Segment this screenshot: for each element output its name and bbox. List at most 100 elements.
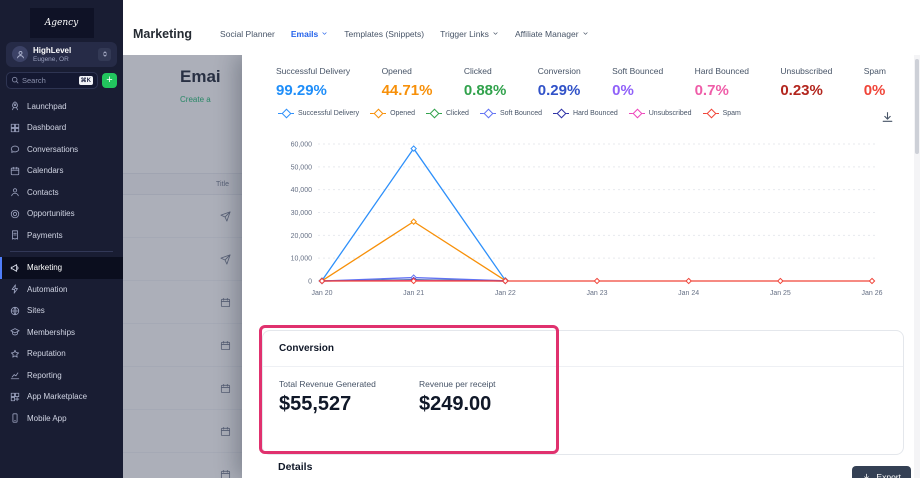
rocket-icon — [10, 101, 20, 111]
sidebar-item-launchpad[interactable]: Launchpad — [0, 96, 123, 118]
account-name: HighLevel — [33, 46, 93, 56]
tab-templates-snippets[interactable]: Templates (Snippets) — [344, 29, 424, 39]
stat-value: 99.29% — [276, 82, 350, 99]
sidebar-item-reporting[interactable]: Reporting — [0, 365, 123, 387]
svg-text:Jan 26: Jan 26 — [861, 290, 882, 297]
svg-text:40,000: 40,000 — [291, 187, 313, 194]
sidebar-item-contacts[interactable]: Contacts — [0, 182, 123, 204]
legend-marker-icon — [629, 113, 645, 115]
account-switcher-icon — [98, 48, 111, 61]
search-input[interactable]: Search ⌘K — [6, 72, 98, 89]
stat-soft-bounced: Soft Bounced 0% — [612, 66, 663, 99]
details-section-title: Details — [278, 461, 312, 473]
sidebar-item-label: Mobile App — [27, 414, 67, 423]
stat-label: Clicked — [464, 66, 507, 76]
legend-label: Spam — [723, 110, 741, 117]
stat-conversion: Conversion 0.29% — [538, 66, 581, 99]
sidebar-item-label: Memberships — [27, 328, 75, 337]
stat-value: 0.29% — [538, 82, 581, 99]
sidebar-item-label: Reporting — [27, 371, 62, 380]
svg-text:Jan 20: Jan 20 — [311, 290, 332, 297]
stat-value: 44.71% — [382, 82, 433, 99]
sidebar-item-payments[interactable]: Payments — [0, 225, 123, 247]
search-placeholder: Search — [22, 76, 76, 85]
legend-label: Unsubscribed — [649, 110, 692, 117]
sidebar-item-app-marketplace[interactable]: App Marketplace — [0, 386, 123, 408]
svg-text:Jan 25: Jan 25 — [770, 290, 791, 297]
legend-opened[interactable]: Opened — [370, 110, 415, 117]
tab-label: Social Planner — [220, 29, 275, 39]
sidebar-item-reputation[interactable]: Reputation — [0, 343, 123, 365]
calendar-icon — [10, 166, 20, 176]
scrollbar-thumb[interactable] — [915, 59, 919, 154]
tab-emails[interactable]: Emails — [291, 29, 328, 39]
grid-icon — [10, 123, 20, 133]
sidebar-item-marketing[interactable]: Marketing — [0, 257, 123, 279]
svg-text:30,000: 30,000 — [291, 210, 313, 217]
sidebar: Agency HighLevel Eugene, OR Search ⌘K + — [0, 0, 123, 478]
stat-value: 0% — [864, 82, 886, 99]
target-icon — [10, 209, 20, 219]
svg-text:Jan 21: Jan 21 — [403, 290, 424, 297]
legend-successful-delivery[interactable]: Successful Delivery — [278, 110, 359, 117]
trend-up-icon — [10, 370, 20, 380]
legend-label: Soft Bounced — [500, 110, 542, 117]
stat-value: 0.23% — [780, 82, 832, 99]
svg-text:Jan 24: Jan 24 — [678, 290, 699, 297]
tab-label: Affiliate Manager — [515, 29, 579, 39]
modal-scrollbar[interactable] — [914, 55, 920, 478]
sidebar-item-sites[interactable]: Sites — [0, 300, 123, 322]
page-title: Marketing — [133, 27, 192, 41]
legend-clicked[interactable]: Clicked — [426, 110, 469, 117]
lightning-icon — [10, 284, 20, 294]
sidebar-divider — [10, 251, 113, 252]
sidebar-item-calendars[interactable]: Calendars — [0, 160, 123, 182]
chat-icon — [10, 144, 20, 154]
chevron-down-icon — [492, 30, 499, 37]
tab-affiliate-manager[interactable]: Affiliate Manager — [515, 29, 589, 39]
metric-value: $55,527 — [279, 393, 419, 416]
stat-label: Unsubscribed — [780, 66, 832, 76]
conversion-card: Conversion Total Revenue Generated $55,5… — [262, 330, 904, 455]
legend-soft-bounced[interactable]: Soft Bounced — [480, 110, 542, 117]
stat-spam: Spam 0% — [864, 66, 886, 99]
legend-marker-icon — [370, 113, 386, 115]
legend-spam[interactable]: Spam — [703, 110, 741, 117]
sidebar-item-label: Automation — [27, 285, 67, 294]
export-icon — [862, 473, 871, 478]
stat-label: Opened — [382, 66, 433, 76]
sidebar-item-label: App Marketplace — [27, 392, 87, 401]
sidebar-item-dashboard[interactable]: Dashboard — [0, 117, 123, 139]
sidebar-item-label: Contacts — [27, 188, 59, 197]
tab-label: Templates (Snippets) — [344, 29, 424, 39]
sidebar-item-automation[interactable]: Automation — [0, 279, 123, 301]
download-icon — [881, 111, 894, 124]
star-icon — [10, 349, 20, 359]
tab-trigger-links[interactable]: Trigger Links — [440, 29, 499, 39]
svg-text:Jan 22: Jan 22 — [495, 290, 516, 297]
export-button-label: Export — [876, 472, 901, 478]
sidebar-item-label: Marketing — [27, 263, 62, 272]
sidebar-item-label: Dashboard — [27, 123, 66, 132]
stat-label: Successful Delivery — [276, 66, 350, 76]
sidebar-item-label: Conversations — [27, 145, 78, 154]
sidebar-item-mobile-app[interactable]: Mobile App — [0, 408, 123, 430]
legend-label: Clicked — [446, 110, 469, 117]
tab-label: Trigger Links — [440, 29, 489, 39]
quick-add-button[interactable]: + — [102, 73, 117, 88]
email-statistics-modal: Successful Delivery 99.29% Opened 44.71%… — [242, 55, 920, 478]
sidebar-item-opportunities[interactable]: Opportunities — [0, 203, 123, 225]
tab-social-planner[interactable]: Social Planner — [220, 29, 275, 39]
metric-value: $249.00 — [419, 393, 559, 416]
chart-download-button[interactable] — [881, 111, 894, 129]
account-switcher[interactable]: HighLevel Eugene, OR — [6, 42, 117, 67]
sidebar-item-conversations[interactable]: Conversations — [0, 139, 123, 161]
legend-hard-bounced[interactable]: Hard Bounced — [553, 110, 618, 117]
svg-text:50,000: 50,000 — [291, 164, 313, 171]
graduation-cap-icon — [10, 327, 20, 337]
legend-marker-icon — [278, 113, 294, 115]
export-button[interactable]: Export — [852, 466, 911, 478]
sidebar-item-memberships[interactable]: Memberships — [0, 322, 123, 344]
stats-row: Successful Delivery 99.29% Opened 44.71%… — [276, 66, 886, 99]
legend-unsubscribed[interactable]: Unsubscribed — [629, 110, 692, 117]
